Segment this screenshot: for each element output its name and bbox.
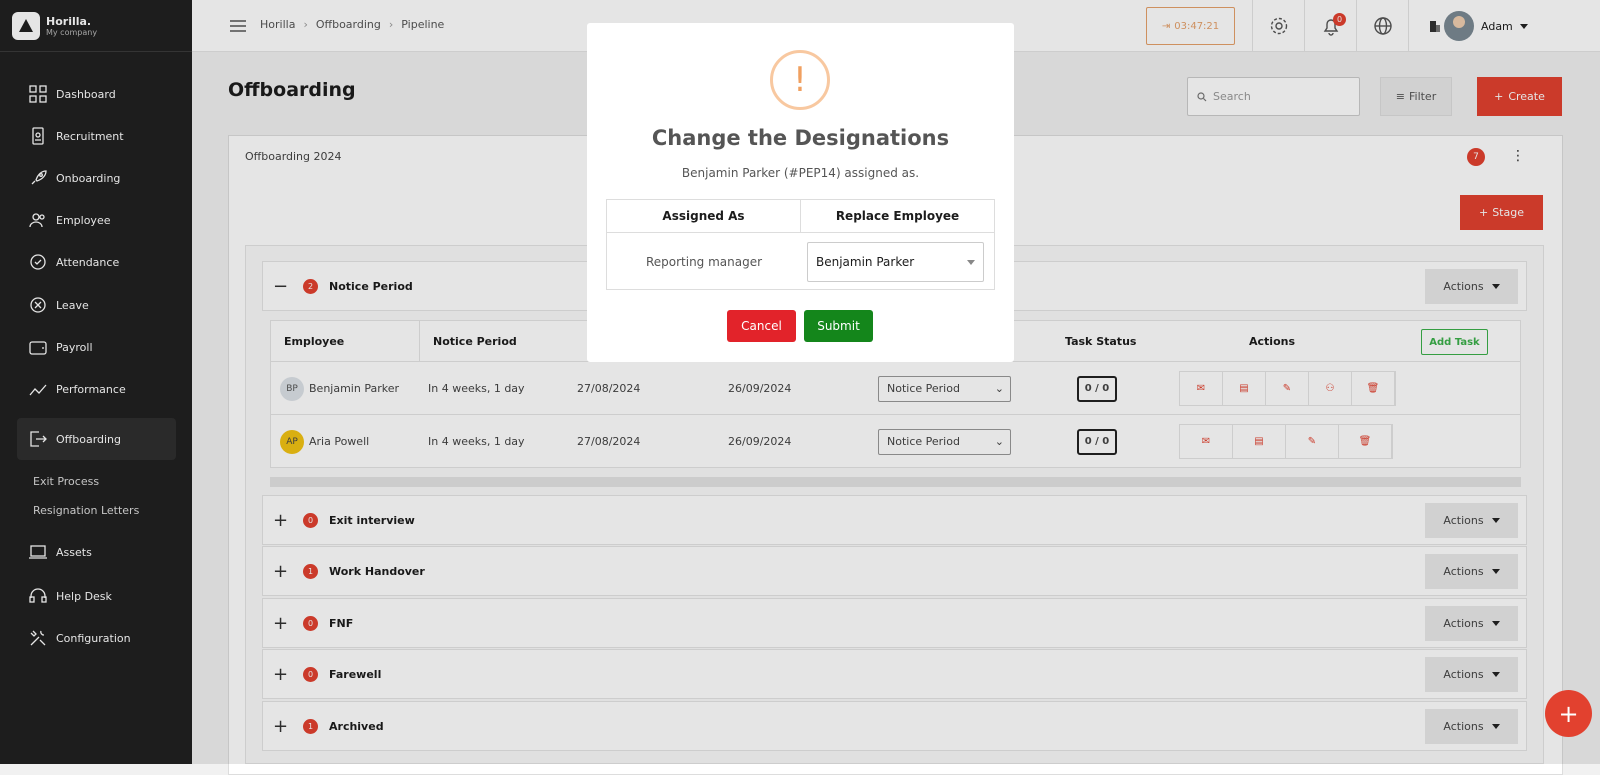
modal-title: Change the Designations — [651, 126, 950, 150]
warning-icon: ! — [770, 50, 830, 110]
cancel-button[interactable]: Cancel — [727, 310, 796, 342]
designation-table: Assigned As Replace Employee Reporting m… — [606, 199, 995, 290]
submit-button[interactable]: Submit — [804, 310, 873, 342]
modal-subtitle: Benjamin Parker (#PEP14) assigned as. — [681, 166, 920, 180]
caret-down-icon — [967, 259, 975, 265]
column-header-assigned-as: Assigned As — [607, 200, 801, 233]
selected-employee: Benjamin Parker — [816, 255, 915, 269]
quick-add-button[interactable]: + — [1545, 690, 1592, 737]
change-designations-modal: ! Change the Designations Benjamin Parke… — [587, 23, 1014, 362]
plus-icon: + — [1558, 699, 1579, 728]
assigned-role: Reporting manager — [645, 255, 763, 269]
replace-employee-select[interactable]: Benjamin Parker — [807, 242, 984, 282]
column-header-replace-employee: Replace Employee — [801, 200, 994, 233]
